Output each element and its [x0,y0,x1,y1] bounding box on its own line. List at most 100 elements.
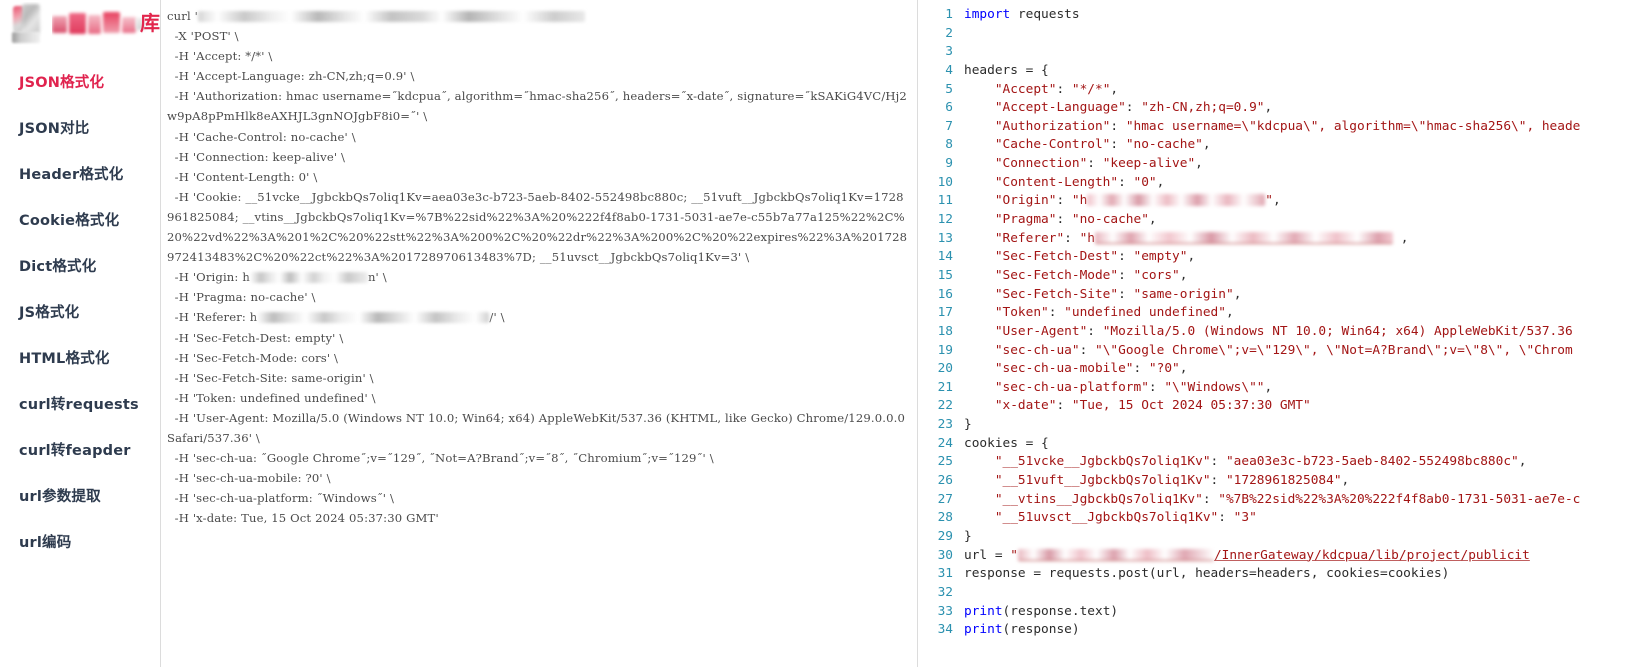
code-token-pln: : [1118,249,1134,265]
sidebar-item-0[interactable]: JSON格式化 [0,60,160,106]
python-output-panel[interactable]: 1 import requests 2 3 4 headers = {5 "Accept"… [918,0,1641,667]
code-token-key: "Sec-Fetch-Site" [964,286,1119,302]
sidebar-item-9[interactable]: url参数提取 [0,474,160,520]
code-line-content: } [964,528,972,547]
code-token-str: "?0" [1148,361,1180,377]
code-token-pln: (response.text) [1002,603,1119,619]
line-number: 29 [937,528,953,544]
code-token-pln: url = [964,547,1011,563]
code-line-content: "x-date": "Tue, 15 Oct 2024 05:37:30 GMT… [964,397,1311,416]
code-token-key: "Token" [964,305,1049,321]
code-token-pln: : [1087,156,1103,172]
code-line: 17 "Token": "undefined undefined", [918,304,1641,323]
curl-line: -H 'Sec-Fetch-Dest: empty' \ [167,330,344,345]
line-number: 18 [937,323,953,339]
code-editor[interactable]: 1 import requests 2 3 4 headers = {5 "Accept"… [918,6,1641,640]
line-number: 23 [937,417,953,433]
code-token-key: "Referer" [964,230,1065,246]
code-token-str: "no-cache" [1071,212,1149,228]
line-number: 20 [937,361,953,377]
code-line-content: "__51uvsct__JgbckbQs7oliq1Kv": "3" [964,509,1257,528]
code-line: 3 [918,43,1641,62]
code-token-pln: } [964,528,972,544]
code-token-str: "empty" [1133,249,1188,265]
code-token-key: "sec-ch-ua" [964,342,1080,358]
code-token-pln: , [1225,305,1234,321]
code-line-content: "Sec-Fetch-Dest": "empty", [964,248,1195,267]
code-token-key: "Pragma" [964,212,1057,228]
code-token-str: "%7B%22sid%22%3A%20%222f4f8ab0-1731-5031… [1218,491,1581,507]
code-line: 10 "Content-Length": "0", [918,174,1641,193]
code-line: 7 "Authorization": "hmac username=\"kdcp… [918,118,1641,137]
code-token-pln: response = requests.post(url, headers=he… [964,566,1450,582]
curl-command-text[interactable]: curl ' -X 'POST' \ -H 'Accept: */*' \ -H… [167,6,911,528]
curl-line: -H 'Cache-Control: no-cache' \ [167,129,356,144]
sidebar-item-4[interactable]: Dict格式化 [0,244,160,290]
code-line: 23} [918,416,1641,435]
code-line-content: "Pragma": "no-cache", [964,211,1157,230]
code-token-key: "sec-ch-ua-mobile" [964,361,1134,377]
code-line-content: print(response.text) [964,603,1118,622]
code-token-str: "aea03e3c-b723-5aeb-8402-552498bc880c" [1225,454,1519,470]
code-token-pln: , [1148,212,1157,228]
line-number: 19 [937,342,953,358]
code-token-str: "Mozilla/5.0 (Windows NT 10.0; Win64; x6… [1102,323,1573,339]
curl-line: -H 'Content-Length: 0' \ [167,169,318,184]
code-line: 19 "sec-ch-ua": "\"Google Chrome\";v=\"1… [918,342,1641,361]
code-token-pln: cookies = { [964,435,1049,451]
code-line-content: url = " /InnerGateway/kdcpua/lib/project/… [964,547,1530,566]
code-line-content: headers = { [964,62,1049,81]
curl-input-panel[interactable]: curl ' -X 'POST' \ -H 'Accept: */*' \ -H… [161,0,918,667]
curl-line: -H 'Accept: */*' \ [167,49,273,64]
code-line-content: import requests [964,6,1080,25]
line-number: 1 [945,7,953,22]
sidebar-item-7[interactable]: curl转requests [0,382,160,428]
line-number: 2 [945,25,953,41]
sidebar-item-8[interactable]: curl转feapder [0,428,160,474]
sidebar-item-6[interactable]: HTML格式化 [0,336,160,382]
curl-line: -H 'sec-ch-ua-mobile: ?0' \ [167,471,331,486]
code-token-pln: , [1518,454,1527,470]
code-token-key: "Cache-Control" [964,137,1111,153]
curl-line: -H 'Accept-Language: zh-CN,zh;q=0.9' \ [167,69,415,84]
code-token-pln: : [1110,118,1126,134]
code-token-pln: : [1125,100,1142,116]
code-token-key: "sec-ch-ua-platform" [964,379,1149,395]
code-line-content: "sec-ch-ua": "\"Google Chrome\";v=\"129\… [964,342,1573,361]
curl-line: -H 'Referer: h /' \ [167,310,505,324]
code-token-pln: : [1133,361,1149,377]
code-token-str: "\"Windows\"" [1164,379,1265,395]
code-line-content: "User-Agent": "Mozilla/5.0 (Windows NT 1… [964,323,1573,342]
sidebar-item-10[interactable]: url编码 [0,520,160,566]
code-token-pln: , [1195,156,1203,172]
sidebar-item-1[interactable]: JSON对比 [0,106,160,152]
code-token-pln: , [1179,361,1188,377]
code-token-pln: : [1210,473,1226,489]
curl-line: -H 'Sec-Fetch-Site: same-origin' \ [167,370,374,385]
code-line: 5 "Accept": "*/*", [918,81,1641,100]
code-token-str: "zh-CN,zh;q=0.9" [1141,100,1265,116]
sidebar-item-2[interactable]: Header格式化 [0,152,160,198]
curl-line: -H 'Sec-Fetch-Mode: cors' \ [167,350,339,365]
site-logo[interactable]: 库 [0,0,160,47]
logo-mark-icon [9,2,46,45]
logo-wordmark-char: 库 [140,10,160,35]
line-number: 25 [937,454,953,470]
code-line: 13 "Referer": "h , [918,230,1641,249]
code-line: 18 "User-Agent": "Mozilla/5.0 (Windows N… [918,323,1641,342]
sidebar-item-3[interactable]: Cookie格式化 [0,198,160,244]
line-number: 34 [937,622,953,638]
code-line-content: response = requests.post(url, headers=he… [964,565,1449,584]
code-line-content: "__51vuft__JgbckbQs7oliq1Kv": "172896182… [964,472,1349,491]
code-token-str: "\"Google Chrome\";v=\"129\", \"Not=A?Br… [1095,342,1573,358]
code-token-pln: , [1202,137,1211,153]
code-token-pln: , [1156,174,1165,190]
code-token-str: "keep-alive" [1102,156,1196,172]
line-number: 32 [937,584,953,600]
code-token-pln: (response) [1002,622,1080,638]
code-line: 31 response = requests.post(url, headers=… [918,565,1641,584]
code-token-str: " [1010,547,1018,563]
curl-line-suffix: n' \ [367,270,387,285]
logo-wordmark: 库 [52,9,160,39]
sidebar-item-5[interactable]: JS格式化 [0,290,160,336]
